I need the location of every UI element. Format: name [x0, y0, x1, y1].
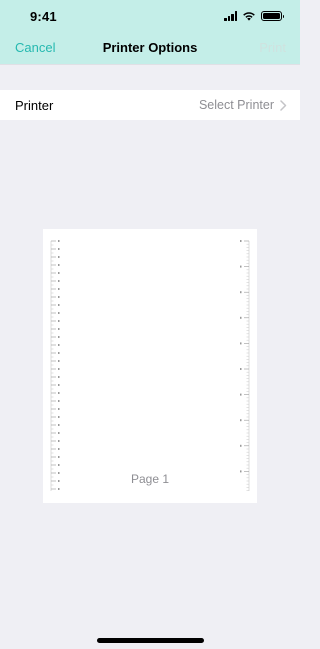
printer-value-group: Select Printer: [199, 98, 287, 112]
left-ruler-scale: [50, 240, 60, 491]
page-preview[interactable]: Page 1: [43, 229, 257, 503]
status-time: 9:41: [30, 9, 57, 24]
chevron-right-icon: [280, 99, 287, 111]
status-icons: [224, 11, 284, 21]
print-button[interactable]: Print: [259, 40, 286, 55]
printer-value: Select Printer: [198, 98, 274, 112]
right-ruler-scale: [240, 240, 250, 491]
page-label: Page 1: [130, 472, 170, 486]
wifi-icon: [243, 12, 255, 21]
printer-label: Printer: [15, 97, 54, 113]
printer-select-row[interactable]: Printer Select Printer: [0, 90, 300, 120]
battery-icon: [261, 11, 284, 21]
status-bar: 9:41: [0, 0, 300, 34]
navigation-bar: Cancel Printer Options Print: [0, 34, 300, 64]
cellular-signal-icon: [224, 11, 237, 21]
home-indicator[interactable]: [97, 638, 204, 643]
cancel-button[interactable]: Cancel: [15, 40, 55, 55]
